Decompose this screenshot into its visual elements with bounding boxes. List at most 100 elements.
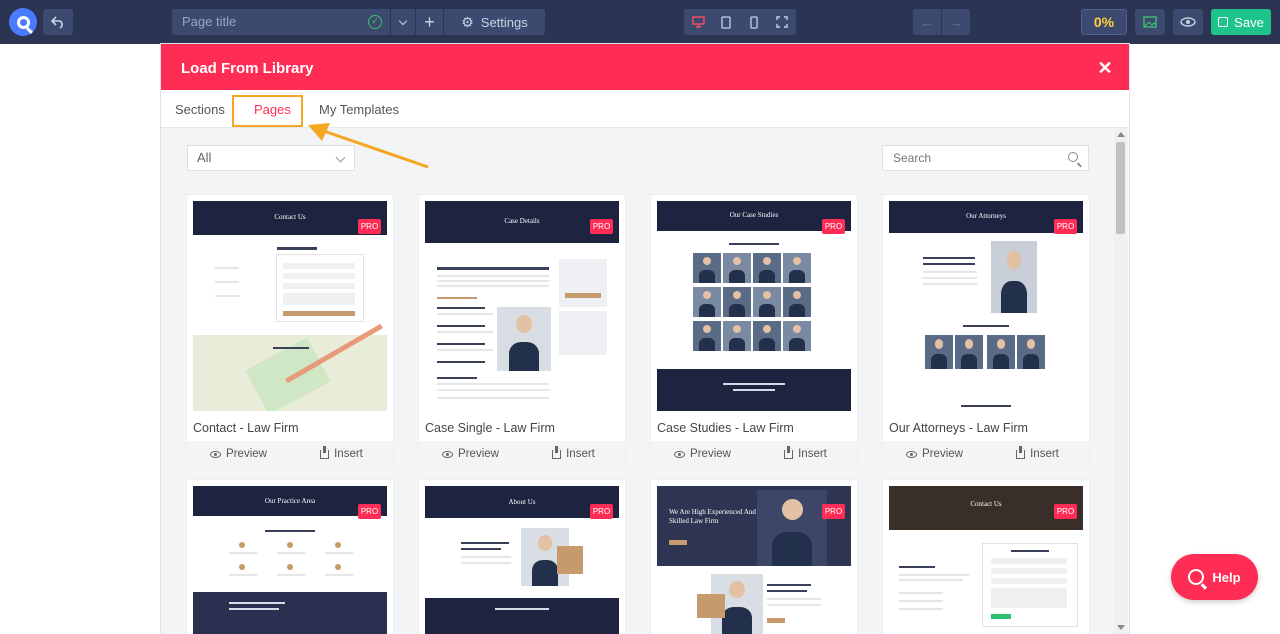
pro-badge: PRO (590, 219, 613, 234)
preview-button[interactable]: Preview (651, 441, 754, 467)
settings-button[interactable]: ⚙ Settings (444, 9, 545, 35)
template-thumbnail[interactable]: Our Attorneys PRO (889, 201, 1083, 411)
insert-icon (1016, 445, 1026, 459)
insert-label: Insert (1030, 448, 1059, 460)
tablet-icon (721, 15, 731, 29)
template-card[interactable]: Case Details PRO Case Single - Law Firm (419, 195, 625, 467)
card-actions: Preview Insert (651, 441, 857, 467)
template-thumbnail[interactable]: Contact Us PRO (889, 486, 1083, 634)
pro-badge: PRO (590, 504, 613, 519)
thumbnail-header: We Are High Experienced And Skilled Law … (669, 508, 756, 525)
insert-label: Insert (334, 448, 363, 460)
insert-button[interactable]: Insert (754, 441, 857, 467)
template-card[interactable]: Our Attorneys PRO Our Attorneys - Law Fi… (883, 195, 1089, 467)
fullscreen-icon (776, 16, 788, 28)
preview-page-button[interactable] (1173, 9, 1203, 35)
desktop-icon (691, 16, 705, 28)
eye-icon (906, 450, 918, 458)
insert-button[interactable]: Insert (522, 441, 625, 467)
template-thumbnail[interactable]: Our Case Studies PRO (657, 201, 851, 411)
preview-button[interactable]: Preview (883, 441, 986, 467)
arrow-left-icon: ← (920, 14, 934, 30)
template-card[interactable]: Contact Us PRO (883, 480, 1089, 634)
desktop-view-button[interactable] (684, 9, 712, 35)
filter-value: All (197, 150, 212, 165)
check-icon: ✓ (368, 15, 382, 29)
template-title: Case Single - Law Firm (425, 421, 555, 435)
help-label: Help (1212, 569, 1241, 585)
modal-scrollbar[interactable] (1114, 128, 1127, 634)
template-title: Contact - Law Firm (193, 421, 299, 435)
tab-sections[interactable]: Sections (175, 90, 225, 128)
app-logo-icon[interactable] (9, 8, 37, 36)
add-page-button[interactable]: + (416, 9, 443, 35)
search-input[interactable] (893, 146, 1063, 170)
search-icon (1068, 152, 1078, 162)
modal-header: Load From Library ✕ (161, 44, 1129, 90)
template-title: Our Attorneys - Law Firm (889, 421, 1028, 435)
annotation-arrow-icon (308, 123, 429, 169)
page-dropdown-button[interactable] (391, 9, 415, 35)
preview-label: Preview (690, 448, 731, 460)
template-title: Case Studies - Law Firm (657, 421, 794, 435)
chevron-down-icon (398, 16, 408, 25)
search-field[interactable] (882, 145, 1089, 171)
template-thumbnail[interactable]: Our Practice Area PRO (193, 486, 387, 634)
settings-label: Settings (480, 14, 528, 30)
media-button[interactable] (1135, 9, 1165, 35)
template-thumbnail[interactable]: Contact Us PRO (193, 201, 387, 411)
pro-badge: PRO (1054, 504, 1077, 519)
pro-badge: PRO (822, 219, 845, 234)
template-card[interactable]: Our Case Studies PRO Case Studies - Law … (651, 195, 857, 467)
save-icon (1218, 17, 1229, 27)
template-card[interactable]: We Are High Experienced And Skilled Law … (651, 480, 857, 634)
history-back-button[interactable]: ← (913, 9, 941, 35)
template-thumbnail[interactable]: Case Details PRO (425, 201, 619, 411)
optimization-score-badge[interactable]: 0% (1081, 9, 1127, 35)
insert-icon (552, 445, 562, 459)
gear-icon: ⚙ (461, 13, 474, 30)
preview-label: Preview (922, 448, 963, 460)
top-toolbar: Page title ✓ + ⚙ Settings ← → 0% Save (0, 0, 1280, 44)
card-actions: Preview Insert (883, 441, 1089, 467)
preview-button[interactable]: Preview (419, 441, 522, 467)
save-button[interactable]: Save (1211, 9, 1271, 35)
undo-button[interactable] (43, 9, 73, 35)
insert-button[interactable]: Insert (986, 441, 1089, 467)
scroll-down-icon[interactable] (1117, 625, 1125, 630)
insert-label: Insert (798, 448, 827, 460)
pro-badge: PRO (1054, 219, 1077, 234)
insert-label: Insert (566, 448, 595, 460)
preview-button[interactable]: Preview (187, 441, 290, 467)
mobile-view-button[interactable] (740, 9, 768, 35)
close-icon[interactable]: ✕ (1097, 59, 1113, 77)
template-card[interactable]: About Us PRO (419, 480, 625, 634)
pro-badge: PRO (358, 219, 381, 234)
save-label: Save (1234, 14, 1264, 30)
template-card[interactable]: Contact Us PRO Contact - Law Firm Previe… (187, 195, 393, 467)
eye-icon (442, 450, 454, 458)
image-icon (1143, 16, 1157, 28)
pro-badge: PRO (822, 504, 845, 519)
template-thumbnail[interactable]: About Us PRO (425, 486, 619, 634)
template-thumbnail[interactable]: We Are High Experienced And Skilled Law … (657, 486, 851, 634)
preview-label: Preview (226, 448, 267, 460)
modal-title: Load From Library (181, 60, 314, 77)
insert-icon (320, 445, 330, 459)
template-card[interactable]: Our Practice Area PRO (187, 480, 393, 634)
undo-icon (50, 16, 63, 29)
pro-badge: PRO (358, 504, 381, 519)
history-forward-button[interactable]: → (942, 9, 970, 35)
tab-highlight-box (232, 95, 303, 127)
insert-button[interactable]: Insert (290, 441, 393, 467)
search-icon (1188, 569, 1205, 585)
card-actions: Preview Insert (187, 441, 393, 467)
eye-icon (674, 450, 686, 458)
fullscreen-button[interactable] (768, 9, 796, 35)
page-title-input[interactable]: Page title ✓ (172, 9, 390, 35)
help-button[interactable]: Help (1171, 554, 1258, 600)
eye-icon (210, 450, 222, 458)
scroll-up-icon[interactable] (1117, 132, 1125, 137)
scroll-thumb[interactable] (1116, 142, 1125, 234)
tablet-view-button[interactable] (712, 9, 740, 35)
